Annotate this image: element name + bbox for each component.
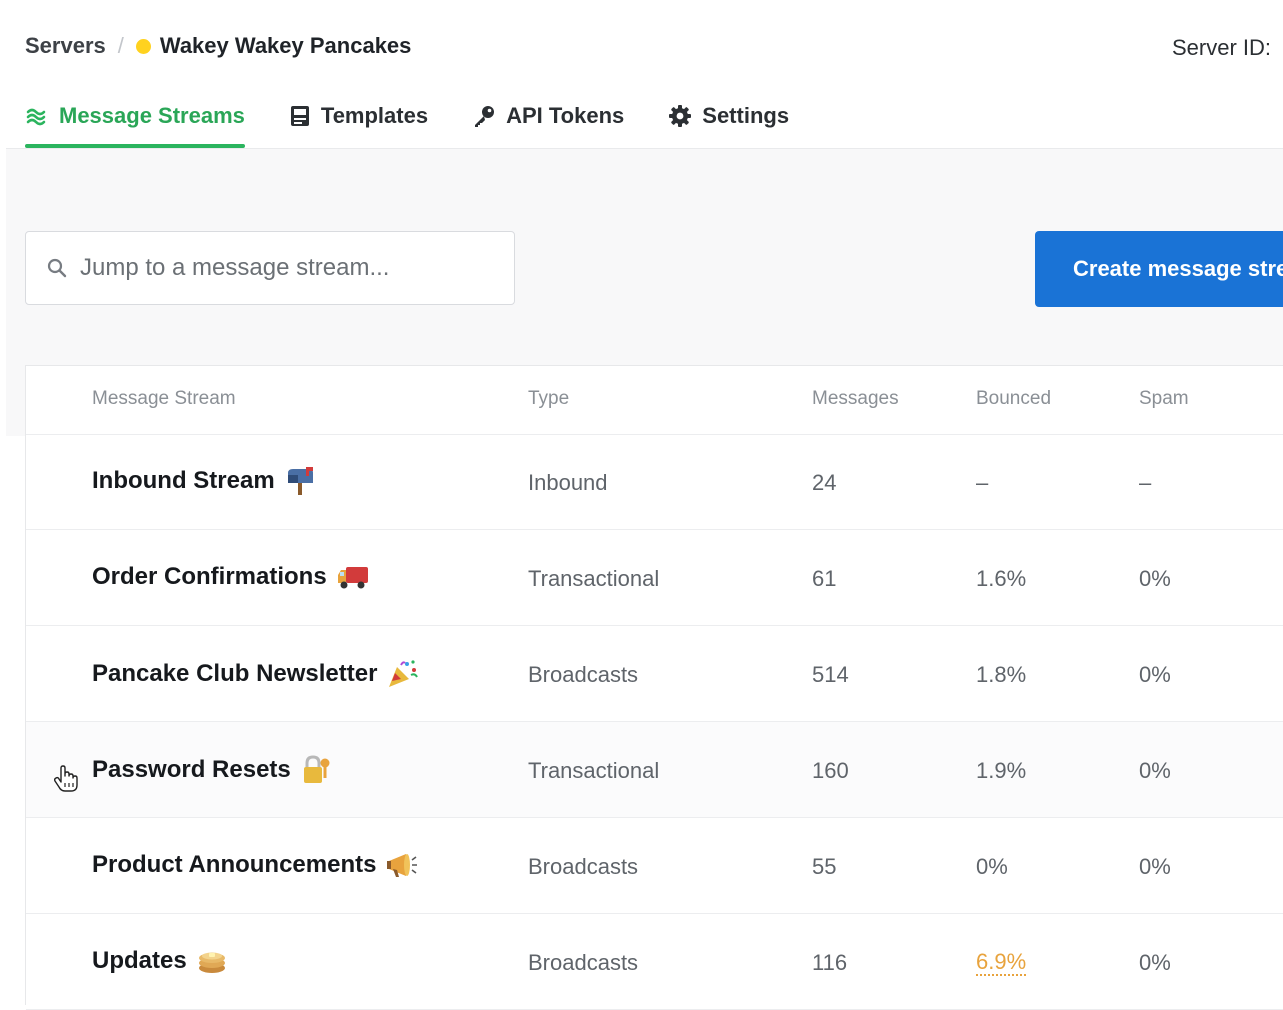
megaphone-icon	[386, 851, 418, 879]
stream-search-input[interactable]	[78, 253, 482, 283]
table-row[interactable]: Inbound Stream Inbound 24 – –	[26, 434, 1283, 530]
stream-messages: 55	[812, 854, 837, 879]
breadcrumb: Servers / Wakey Wakey Pancakes	[25, 33, 411, 59]
stream-spam: 0%	[1139, 758, 1171, 783]
table-row[interactable]: Password Resets Transactional 160 1.9% 0…	[26, 722, 1283, 818]
stream-spam: 0%	[1139, 566, 1171, 591]
stream-name[interactable]: Password Resets	[92, 755, 331, 785]
table-row[interactable]: Updates Broadcasts 116 6.9% 0%	[26, 914, 1283, 1010]
stream-type: Broadcasts	[528, 854, 639, 879]
template-icon	[289, 104, 311, 128]
stream-bounced: 1.8%	[976, 662, 1027, 687]
tab-templates[interactable]: Templates	[289, 96, 428, 136]
server-status-dot	[135, 38, 151, 54]
locked-with-key-icon	[301, 755, 331, 785]
tab-message-streams[interactable]: Message Streams	[25, 96, 245, 148]
stream-name[interactable]: Inbound Stream	[92, 467, 315, 495]
stream-name[interactable]: Product Announcements	[92, 851, 418, 879]
stream-bounced: –	[976, 470, 989, 495]
stream-messages: 116	[812, 950, 848, 975]
header-type[interactable]: Type	[528, 388, 569, 410]
stream-name[interactable]: Updates	[92, 947, 227, 975]
stream-messages: 160	[812, 758, 849, 783]
party-popper-icon	[387, 659, 419, 689]
tab-settings[interactable]: Settings	[668, 96, 789, 136]
stream-name[interactable]: Pancake Club Newsletter	[92, 659, 419, 689]
server-tabs: Message Streams Templates API Tokens Set…	[25, 96, 833, 148]
server-id-label: Server ID:	[1172, 35, 1272, 60]
stream-type: Broadcasts	[528, 950, 639, 975]
table-row[interactable]: Order Confirmations Transactional 61 1.6…	[26, 530, 1283, 626]
stream-type: Inbound	[528, 470, 608, 495]
breadcrumb-separator: /	[117, 33, 124, 58]
stream-bounced-warning[interactable]: 6.9%	[976, 950, 1027, 976]
header-bounced[interactable]: Bounced	[976, 388, 1051, 410]
streams-icon	[25, 104, 49, 128]
table-row[interactable]: Product Announcements Broadcasts 55 0% 0…	[26, 818, 1283, 914]
stream-search-box[interactable]	[25, 231, 515, 305]
tab-label: Message Streams	[59, 103, 245, 128]
message-streams-table: Message Stream Type Messages Bounced Spa…	[25, 365, 1283, 1010]
gear-icon	[668, 104, 692, 128]
header-message-stream[interactable]: Message Stream	[92, 388, 236, 410]
stream-name[interactable]: Order Confirmations	[92, 563, 369, 591]
tab-api-tokens[interactable]: API Tokens	[472, 96, 624, 136]
stream-messages: 24	[812, 470, 837, 495]
stream-type: Broadcasts	[528, 662, 639, 687]
tab-label: Templates	[320, 103, 429, 128]
stream-spam: 0%	[1139, 662, 1171, 687]
pancakes-icon	[197, 948, 227, 974]
table-header: Message Stream Type Messages Bounced Spa…	[26, 366, 1283, 435]
stream-bounced: 1.6%	[976, 566, 1027, 591]
mailbox-icon	[285, 467, 315, 495]
stream-spam: 0%	[1139, 950, 1171, 975]
stream-messages: 61	[812, 566, 837, 591]
breadcrumb-server-name: Wakey Wakey Pancakes	[159, 33, 412, 58]
tab-label: Settings	[702, 103, 790, 128]
stream-bounced: 1.9%	[976, 758, 1027, 783]
stream-spam: –	[1139, 470, 1152, 495]
stream-type: Transactional	[528, 566, 660, 591]
table-row[interactable]: Pancake Club Newsletter Broadcasts 514 1…	[26, 626, 1283, 722]
hand-pointer-cursor-icon	[53, 765, 78, 798]
breadcrumb-servers-link[interactable]: Servers	[25, 33, 106, 59]
key-icon	[472, 104, 496, 128]
stream-bounced: 0%	[976, 854, 1008, 879]
tab-label: API Tokens	[506, 103, 625, 128]
stream-messages: 514	[812, 662, 849, 687]
create-message-stream-button[interactable]: Create message stream	[1035, 231, 1283, 307]
header-messages[interactable]: Messages	[812, 388, 899, 410]
delivery-truck-icon	[337, 563, 369, 591]
header-spam[interactable]: Spam	[1139, 388, 1189, 410]
stream-type: Transactional	[528, 758, 660, 783]
search-icon	[46, 257, 68, 279]
stream-spam: 0%	[1139, 854, 1171, 879]
